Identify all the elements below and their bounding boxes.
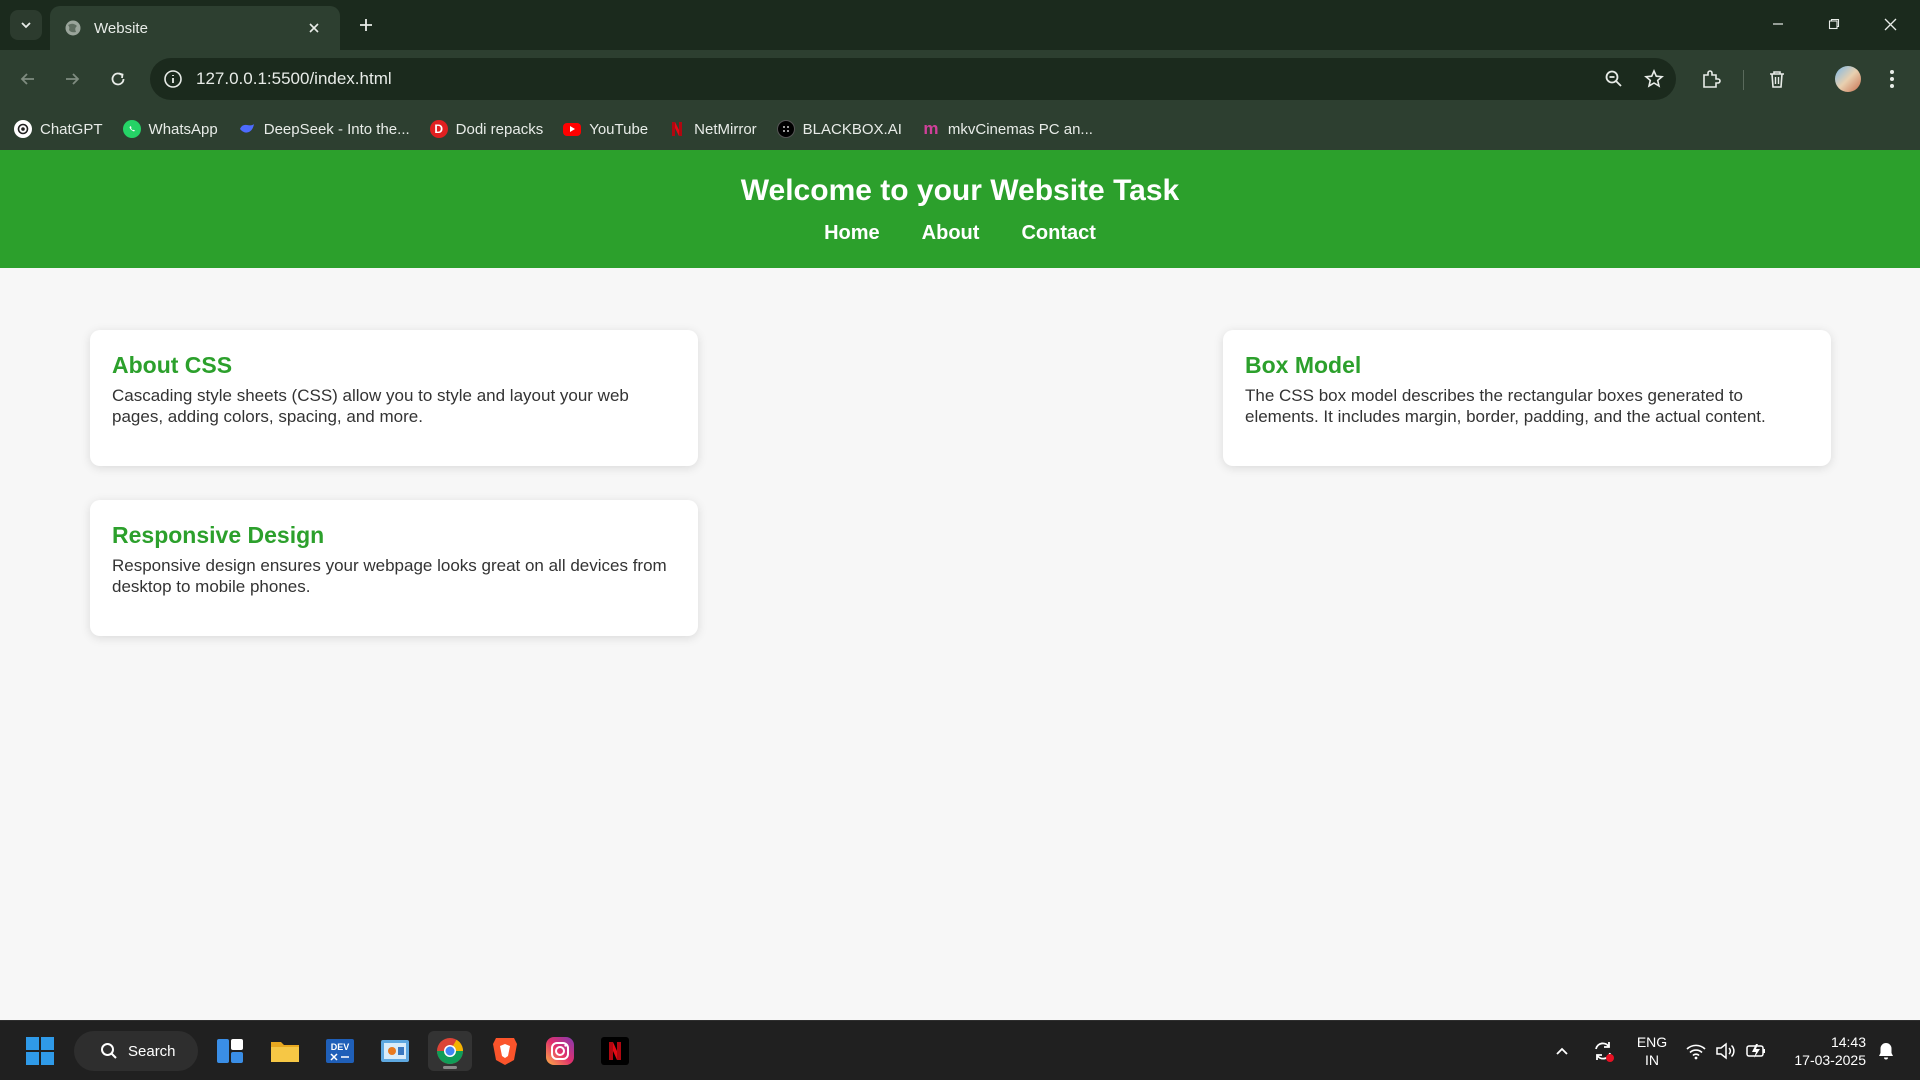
wifi-icon[interactable]	[1684, 1039, 1708, 1063]
reload-button[interactable]	[102, 63, 134, 95]
bookmark-dodi[interactable]: D Dodi repacks	[429, 120, 543, 138]
volume-icon[interactable]	[1714, 1039, 1738, 1063]
kebab-menu-icon	[1890, 70, 1894, 88]
profile-avatar[interactable]	[1832, 63, 1864, 95]
nav-link-home[interactable]: Home	[824, 222, 880, 245]
extensions-icon[interactable]	[1695, 63, 1727, 95]
new-tab-button[interactable]	[352, 11, 380, 39]
forward-button[interactable]	[56, 63, 88, 95]
restore-button[interactable]	[1806, 6, 1862, 42]
sync-icon[interactable]	[1590, 1039, 1616, 1063]
dev-icon[interactable]: DEV	[320, 1031, 360, 1071]
card-box-model: Box Model The CSS box model describes th…	[1223, 330, 1831, 466]
windows-logo-icon	[26, 1037, 54, 1065]
netflix-icon[interactable]	[595, 1031, 635, 1071]
bookmark-mkvcinemas[interactable]: m mkvCinemas PC an...	[922, 119, 1093, 138]
clock-date: 17-03-2025	[1794, 1052, 1866, 1068]
site-info-icon[interactable]	[162, 68, 184, 90]
widgets-icon[interactable]	[210, 1031, 250, 1071]
control-panel-icon[interactable]	[375, 1031, 415, 1071]
search-icon	[101, 1043, 117, 1059]
chatgpt-icon	[14, 120, 32, 138]
clock-time: 14:43	[1830, 1034, 1866, 1050]
browser-tabstrip: Website	[0, 0, 1920, 50]
dodi-icon: D	[429, 120, 448, 138]
reload-icon	[111, 72, 125, 86]
file-explorer-icon[interactable]	[265, 1031, 305, 1071]
back-button[interactable]	[12, 63, 44, 95]
card-responsive-design: Responsive Design Responsive design ensu…	[90, 500, 698, 636]
plus-icon	[360, 19, 372, 31]
minimize-icon	[1773, 23, 1783, 25]
close-icon	[1884, 18, 1896, 30]
zoom-icon[interactable]	[1596, 61, 1632, 97]
blackbox-icon	[776, 120, 795, 138]
bookmark-youtube[interactable]: YouTube	[563, 121, 648, 138]
browser-tab[interactable]: Website	[50, 6, 340, 50]
site-nav: Home About Contact	[0, 222, 1920, 245]
tray-overflow-chevron-icon[interactable]	[1552, 1039, 1572, 1063]
card-heading: About CSS	[112, 352, 233, 378]
region-code: IN	[1645, 1052, 1659, 1068]
battery-charging-icon[interactable]	[1744, 1039, 1770, 1063]
close-window-button[interactable]	[1862, 6, 1918, 42]
bookmark-chatgpt[interactable]: ChatGPT	[14, 120, 103, 138]
bookmark-star-icon[interactable]	[1636, 61, 1672, 97]
browser-menu-button[interactable]	[1876, 63, 1908, 95]
language-code: ENG	[1636, 1034, 1668, 1050]
instagram-icon[interactable]	[540, 1031, 580, 1071]
close-tab-icon[interactable]	[302, 16, 326, 40]
bookmark-netmirror[interactable]: NetMirror	[668, 120, 757, 138]
arrow-left-icon	[20, 73, 34, 85]
mkvcinemas-icon: m	[923, 119, 939, 138]
active-indicator	[443, 1066, 457, 1069]
chrome-icon[interactable]	[428, 1031, 472, 1071]
svg-text:DEV: DEV	[331, 1042, 350, 1052]
notification-bell-icon[interactable]	[1874, 1039, 1898, 1063]
search-label: Search	[128, 1042, 176, 1060]
bookmark-deepseek[interactable]: DeepSeek - Into the...	[238, 120, 410, 138]
arrow-right-icon	[66, 73, 80, 85]
page-viewport: Welcome to your Website Task Home About …	[0, 150, 1920, 1020]
chevron-down-icon	[21, 22, 31, 29]
minimize-button[interactable]	[1750, 6, 1806, 42]
nav-link-about[interactable]: About	[922, 222, 980, 245]
address-bar[interactable]: 127.0.0.1:5500/index.html	[150, 58, 1676, 100]
netmirror-icon	[668, 120, 686, 138]
card-heading: Responsive Design	[112, 522, 325, 548]
start-button[interactable]	[20, 1031, 60, 1071]
bookmark-whatsapp[interactable]: WhatsApp	[122, 120, 218, 138]
tab-title: Website	[94, 19, 148, 37]
deepseek-icon	[238, 120, 256, 138]
language-indicator[interactable]: ENG IN	[1630, 1033, 1674, 1069]
globe-icon	[64, 19, 82, 37]
card-body: Responsive design ensures your webpage l…	[112, 556, 667, 596]
windows-taskbar: Search DEV ENG IN 14:43 17-03-2025	[0, 1020, 1920, 1080]
clock[interactable]: 14:43 17-03-2025	[1782, 1033, 1866, 1069]
bookmark-blackbox[interactable]: BLACKBOX.AI	[776, 120, 902, 138]
card-body: Cascading style sheets (CSS) allow you t…	[112, 386, 629, 426]
card-heading: Box Model	[1245, 352, 1362, 378]
youtube-icon	[563, 122, 582, 136]
bookmarks-bar: ChatGPT WhatsApp DeepSeek - Into the... …	[0, 108, 1920, 150]
restore-icon	[1828, 18, 1840, 30]
taskbar-search[interactable]: Search	[74, 1031, 198, 1071]
tab-search-button[interactable]	[10, 10, 42, 40]
site-title: Welcome to your Website Task	[740, 174, 1180, 207]
card-body: The CSS box model describes the rectangu…	[1245, 386, 1766, 426]
browser-toolbar: 127.0.0.1:5500/index.html	[0, 50, 1920, 108]
site-header: Welcome to your Website Task Home About …	[0, 150, 1920, 268]
brave-icon[interactable]	[485, 1031, 525, 1071]
url-text[interactable]: 127.0.0.1:5500/index.html	[196, 69, 1596, 89]
trash-icon[interactable]	[1761, 63, 1793, 95]
whatsapp-icon	[122, 120, 141, 138]
nav-link-contact[interactable]: Contact	[1021, 222, 1095, 245]
avatar-image	[1835, 66, 1861, 92]
card-about-css: About CSS Cascading style sheets (CSS) a…	[90, 330, 698, 466]
toolbar-divider	[1743, 70, 1744, 90]
